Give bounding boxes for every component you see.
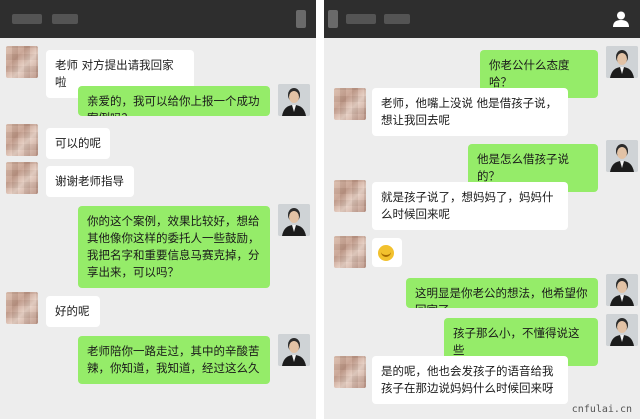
chat-bubble-incoming: 好的呢 xyxy=(46,296,100,327)
man-avatar-icon xyxy=(606,274,638,306)
blurred-title xyxy=(52,14,78,24)
more-icon[interactable] xyxy=(296,10,306,28)
blurred-title xyxy=(384,14,410,24)
chat-bubble-incoming xyxy=(372,238,402,267)
left-chat-panel: 老师 对方提出请我回家啦 亲爱的，我可以给你上报一个成功案例吗？ 可以的呢 谢谢… xyxy=(0,0,316,419)
right-chat-header xyxy=(324,0,640,38)
advisor-avatar[interactable] xyxy=(606,140,638,172)
blurred-title xyxy=(12,14,42,24)
man-avatar-icon xyxy=(278,334,310,366)
chat-bubble-incoming: 是的呢，他也会发孩子的语音给我孩子在那边说妈妈什么时候回来呀 xyxy=(372,356,568,404)
chat-bubble-incoming: 老师，他嘴上没说 他是借孩子说，想让我回去呢 xyxy=(372,88,568,136)
contact-avatar[interactable] xyxy=(6,124,38,156)
advisor-avatar[interactable] xyxy=(606,314,638,346)
man-avatar-icon xyxy=(606,140,638,172)
back-icon[interactable] xyxy=(328,10,338,28)
man-avatar-icon xyxy=(278,204,310,236)
watermark: cnfulai.cn xyxy=(571,404,632,415)
man-avatar-icon xyxy=(278,84,310,116)
contact-avatar[interactable] xyxy=(6,46,38,78)
chat-bubble-outgoing: 老师陪你一路走过，其中的辛酸苦辣，你知道，我知道，经过这么久 xyxy=(78,336,270,384)
chat-bubble-incoming: 谢谢老师指导 xyxy=(46,166,134,197)
chat-bubble-outgoing: 这明显是你老公的想法，他希望你回家了 xyxy=(406,278,598,308)
advisor-avatar[interactable] xyxy=(278,84,310,116)
advisor-avatar[interactable] xyxy=(606,274,638,306)
chat-bubble-outgoing: 你的这个案例，效果比较好，想给其他像你这样的委托人一些鼓励，我把名字和重要信息马… xyxy=(78,206,270,288)
contact-avatar[interactable] xyxy=(334,180,366,212)
contact-avatar[interactable] xyxy=(6,162,38,194)
advisor-avatar[interactable] xyxy=(278,204,310,236)
chat-bubble-outgoing: 亲爱的，我可以给你上报一个成功案例吗？ xyxy=(78,86,270,116)
user-profile-icon[interactable] xyxy=(612,10,630,28)
smile-emoji-icon xyxy=(378,244,394,261)
advisor-avatar[interactable] xyxy=(606,46,638,78)
contact-avatar[interactable] xyxy=(6,292,38,324)
contact-avatar[interactable] xyxy=(334,88,366,120)
chat-bubble-incoming: 可以的呢 xyxy=(46,128,110,159)
blurred-title xyxy=(346,14,376,24)
left-chat-header xyxy=(0,0,316,38)
panel-divider xyxy=(316,0,324,419)
chat-bubble-incoming: 就是孩子说了，想妈妈了，妈妈什么时候回来呢 xyxy=(372,182,568,230)
man-avatar-icon xyxy=(606,46,638,78)
contact-avatar[interactable] xyxy=(334,356,366,388)
contact-avatar[interactable] xyxy=(334,236,366,268)
man-avatar-icon xyxy=(606,314,638,346)
right-chat-panel: 你老公什么态度哈？ 老师，他嘴上没说 他是借孩子说，想让我回去呢 他是怎么借孩子… xyxy=(324,0,640,419)
advisor-avatar[interactable] xyxy=(278,334,310,366)
